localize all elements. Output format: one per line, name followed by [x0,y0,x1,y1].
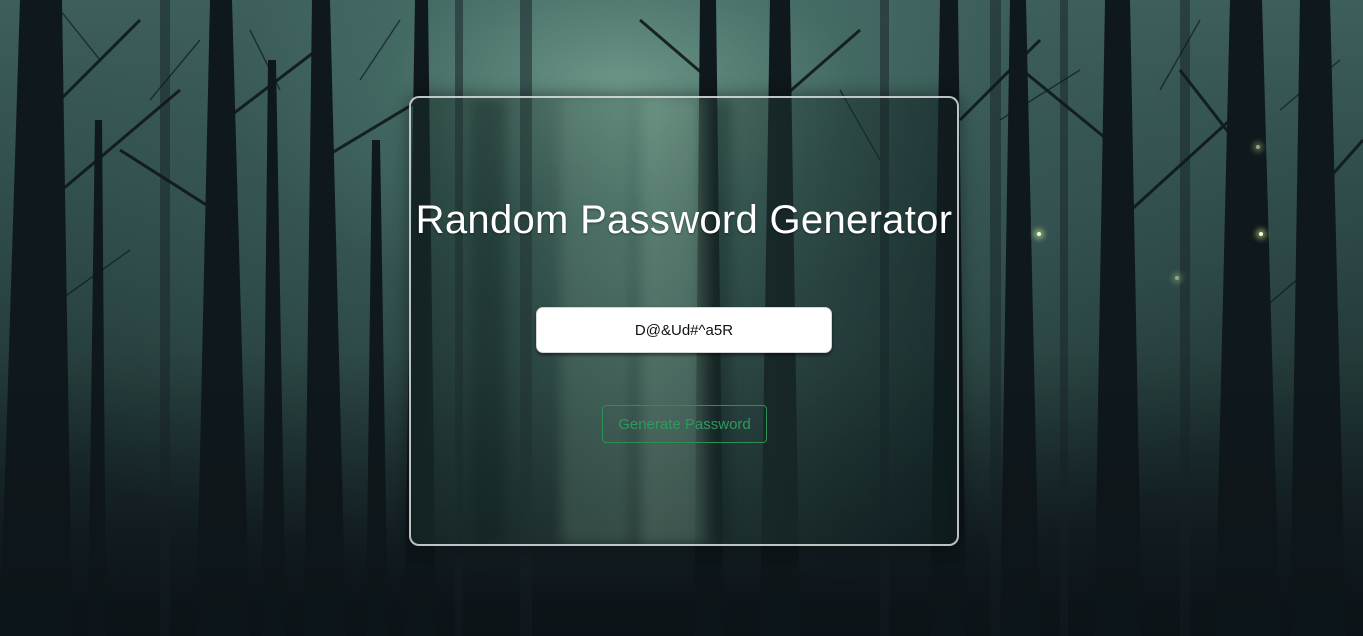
generator-card: Random Password Generator Generate Passw… [409,96,959,546]
page-title: Random Password Generator [415,198,953,242]
firefly-light [1259,232,1263,236]
firefly-light [1256,145,1260,149]
app-background: Random Password Generator Generate Passw… [0,0,1363,636]
card-glass-reflection [471,98,506,544]
password-output-field[interactable] [536,307,832,353]
firefly-light [1175,276,1179,280]
generate-password-button[interactable]: Generate Password [602,405,767,443]
firefly-light [1037,232,1041,236]
